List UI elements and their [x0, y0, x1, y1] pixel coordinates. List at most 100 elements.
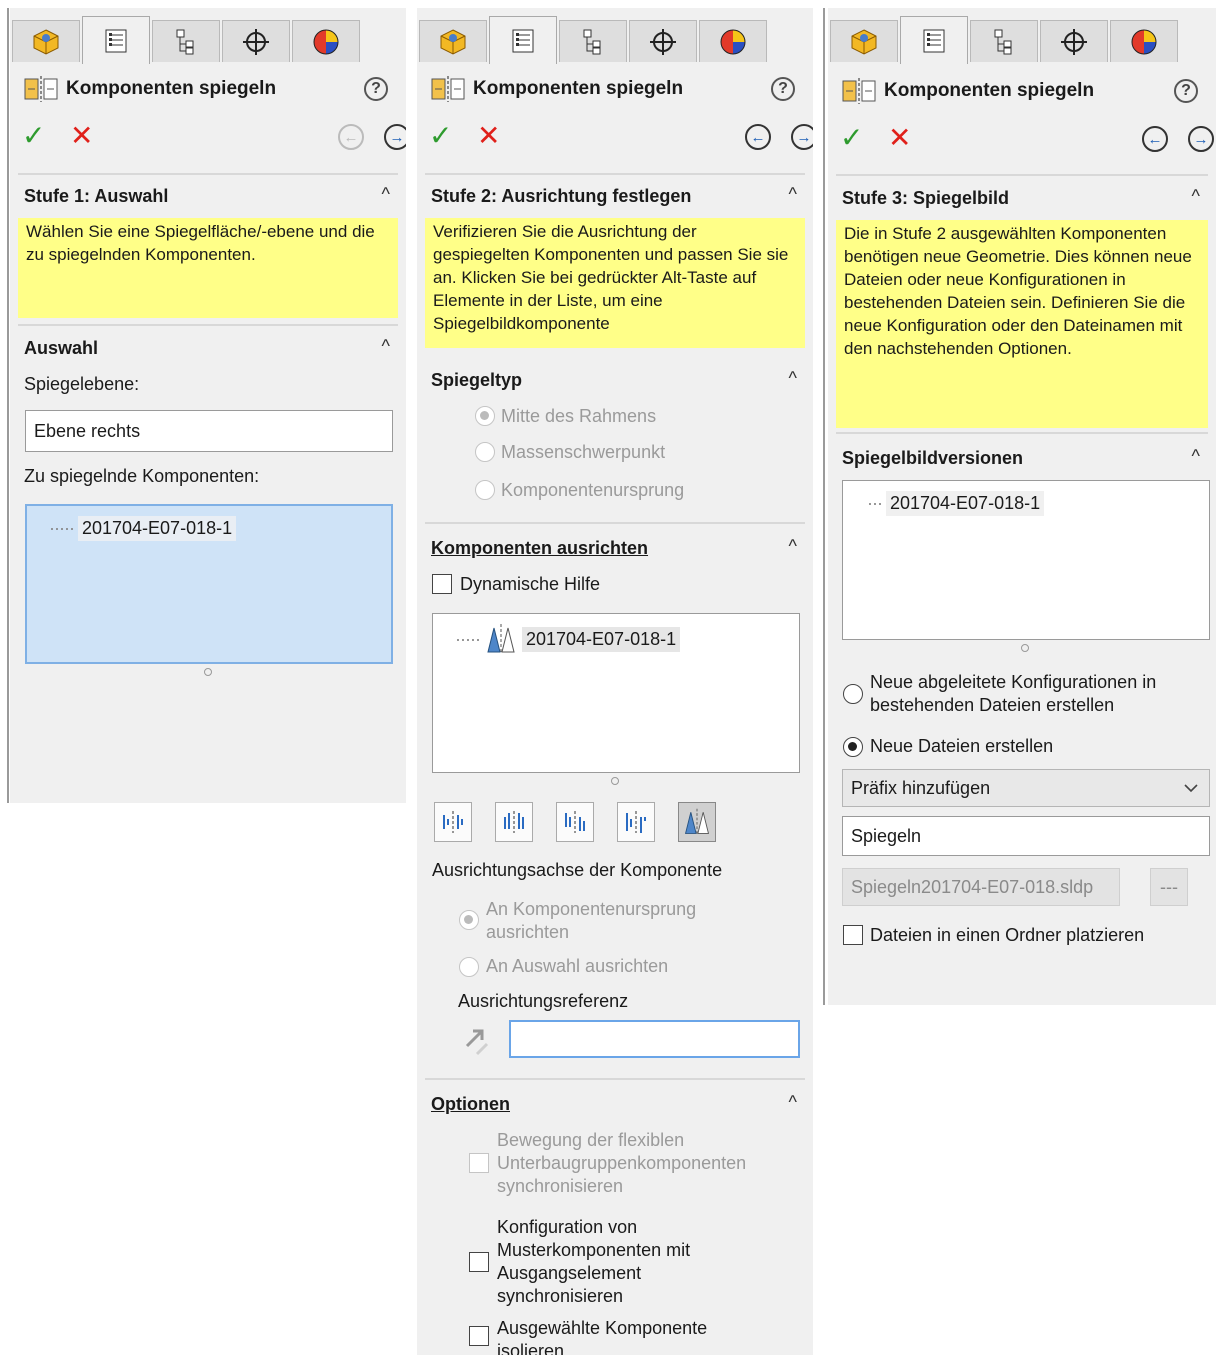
tree-connector: ····· — [455, 628, 481, 649]
mirror-component-icon — [684, 808, 710, 836]
flip-x-button[interactable] — [434, 802, 472, 842]
isolate-component-checkbox[interactable] — [469, 1326, 489, 1346]
next-button[interactable]: → — [384, 124, 406, 150]
tab-dimxpert[interactable] — [1040, 20, 1108, 62]
dynamic-help-checkbox[interactable] — [432, 574, 452, 594]
radio-label: Massenschwerpunkt — [501, 442, 666, 462]
dim-xpert-icon — [243, 28, 269, 55]
tab-dimxpert[interactable] — [222, 20, 290, 62]
mirror-plane-field[interactable]: Ebene rechts — [25, 410, 393, 452]
collapse-caret-icon[interactable]: ^ — [1192, 186, 1200, 207]
display-manager-icon — [1131, 29, 1157, 54]
tab-property-manager[interactable] — [82, 16, 150, 64]
tab-dimxpert[interactable] — [629, 20, 697, 62]
collapse-caret-icon[interactable]: ^ — [789, 184, 797, 205]
section-header-step1[interactable]: Stufe 1: Auswahl ^ — [24, 184, 396, 214]
ok-button[interactable]: ✓ — [840, 122, 863, 154]
collapse-caret-icon[interactable]: ^ — [1192, 446, 1200, 467]
property-manager-step2: Komponenten spiegeln ? ✓ ✕ ← → Stufe 2: … — [417, 8, 813, 1355]
help-icon[interactable]: ? — [771, 77, 795, 101]
next-button[interactable]: → — [791, 124, 813, 150]
cancel-button[interactable]: ✕ — [888, 122, 911, 154]
back-button[interactable]: ← — [1142, 126, 1168, 152]
radio-center-of-mass[interactable] — [475, 442, 495, 462]
resize-handle[interactable] — [1021, 644, 1029, 652]
radio-component-origin[interactable] — [475, 480, 495, 500]
page-title: Komponenten spiegeln — [473, 78, 684, 99]
reference-field[interactable] — [509, 1020, 800, 1058]
sync-pattern-config-checkbox[interactable] — [469, 1252, 489, 1272]
radio-new-config[interactable] — [843, 684, 863, 704]
tab-feature-manager[interactable] — [12, 20, 80, 62]
section-title: Spiegelbildversionen — [842, 448, 1024, 468]
components-list[interactable]: ····· 201704-E07-018-1 — [25, 504, 393, 664]
tab-display-manager[interactable] — [1110, 20, 1178, 62]
tab-property-manager[interactable] — [489, 16, 557, 64]
back-button[interactable]: ← — [745, 124, 771, 150]
section-header-step3[interactable]: Stufe 3: Spiegelbild ^ — [842, 186, 1206, 216]
cancel-button[interactable]: ✕ — [477, 120, 500, 152]
section-header-step2[interactable]: Stufe 2: Ausrichtung festlegen ^ — [431, 184, 803, 214]
list-item[interactable]: ····· 201704-E07-018-1 — [49, 516, 237, 541]
collapse-caret-icon[interactable]: ^ — [789, 536, 797, 557]
collapse-caret-icon[interactable]: ^ — [382, 336, 390, 357]
resize-handle[interactable] — [204, 668, 212, 676]
collapse-caret-icon[interactable]: ^ — [789, 368, 797, 389]
tab-feature-manager[interactable] — [830, 20, 898, 62]
list-item[interactable]: ··· 201704-E07-018-1 — [867, 491, 1045, 516]
radio-label: An Komponentenursprung ausrichten — [486, 899, 697, 942]
section-header-auswahl[interactable]: Auswahl ^ — [24, 336, 396, 366]
align-components-list[interactable]: ····· 201704-E07-018-1 — [432, 613, 800, 773]
display-manager-icon — [313, 29, 339, 54]
tab-display-manager[interactable] — [292, 20, 360, 62]
message-box: Die in Stufe 2 ausgewählten Komponenten … — [836, 220, 1208, 428]
configuration-manager-icon — [176, 29, 194, 54]
section-title: Stufe 2: Ausrichtung festlegen — [431, 186, 692, 206]
radio-align-origin[interactable] — [459, 910, 479, 930]
feature-manager-icon — [851, 28, 877, 55]
axis-label: Ausrichtungsachse der Komponente — [432, 860, 723, 880]
sync-flexible-checkbox[interactable] — [469, 1153, 489, 1173]
section-header-align[interactable]: Komponenten ausrichten ^ — [431, 536, 803, 566]
manager-tabs — [417, 14, 813, 64]
section-header-options[interactable]: Optionen ^ — [431, 1092, 803, 1122]
radio-new-files[interactable] — [843, 737, 863, 757]
ok-button[interactable]: ✓ — [22, 120, 45, 152]
ok-button[interactable]: ✓ — [429, 120, 452, 152]
back-button[interactable]: ← — [338, 124, 364, 150]
tab-display-manager[interactable] — [699, 20, 767, 62]
list-item[interactable]: ····· 201704-E07-018-1 — [455, 622, 681, 656]
tab-feature-manager[interactable] — [419, 20, 487, 62]
checkbox-label: Ausgewählte Komponente isolieren — [497, 1318, 708, 1355]
flip-z-button[interactable] — [556, 802, 594, 842]
filename-preview: Spiegeln201704-E07-018.sldp — [842, 868, 1120, 906]
resize-handle[interactable] — [611, 777, 619, 785]
tab-property-manager[interactable] — [900, 16, 968, 64]
dim-xpert-icon — [1061, 28, 1087, 55]
section-title: Stufe 1: Auswahl — [24, 186, 169, 206]
help-icon[interactable]: ? — [1174, 79, 1198, 103]
property-manager-step3: Komponenten spiegeln ? ✓ ✕ ← → Stufe 3: … — [828, 8, 1216, 1005]
versions-list[interactable]: ··· 201704-E07-018-1 — [842, 480, 1210, 640]
collapse-caret-icon[interactable]: ^ — [789, 1092, 797, 1113]
cancel-button[interactable]: ✕ — [70, 120, 93, 152]
folder-checkbox[interactable] — [843, 925, 863, 945]
rotate-button[interactable] — [617, 802, 655, 842]
action-bar: ✓ ✕ ← → — [22, 120, 406, 154]
tab-configuration-manager[interactable] — [559, 20, 627, 62]
radio-align-selection[interactable] — [459, 957, 479, 977]
tab-configuration-manager[interactable] — [970, 20, 1038, 62]
radio-frame-center[interactable] — [475, 406, 495, 426]
tab-configuration-manager[interactable] — [152, 20, 220, 62]
section-header-versions[interactable]: Spiegelbildversionen ^ — [842, 446, 1206, 476]
next-button[interactable]: → — [1188, 126, 1214, 152]
flip-y-button[interactable] — [495, 802, 533, 842]
browse-button[interactable]: --- — [1150, 868, 1188, 906]
mirror-orient-button[interactable] — [678, 802, 716, 842]
prefix-input[interactable]: Spiegeln — [842, 816, 1210, 856]
collapse-caret-icon[interactable]: ^ — [382, 184, 390, 205]
section-title: Stufe 3: Spiegelbild — [842, 188, 1010, 208]
help-icon[interactable]: ? — [364, 77, 388, 101]
prefix-mode-dropdown[interactable]: Präfix hinzufügen — [842, 769, 1210, 807]
section-header-mirror-type[interactable]: Spiegeltyp ^ — [431, 368, 803, 398]
